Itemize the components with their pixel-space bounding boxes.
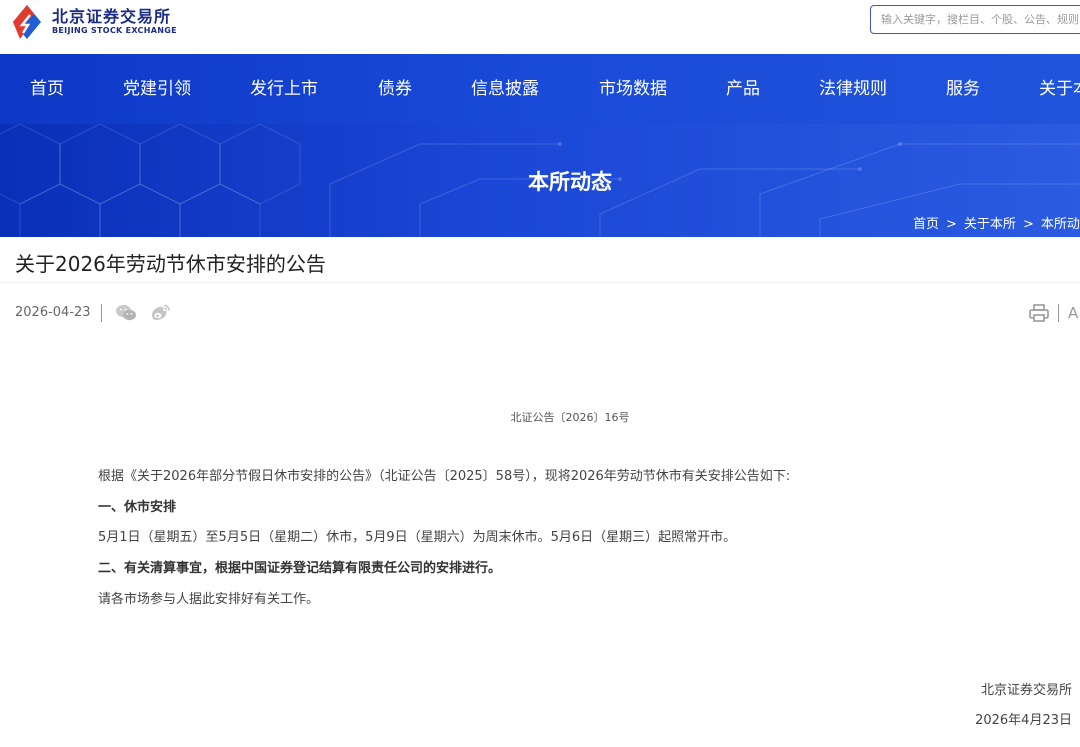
site-logo[interactable]: 北京证券交易所 BEIJING STOCK EXCHANGE: [8, 0, 177, 44]
nav-item-bonds[interactable]: 债券: [378, 54, 412, 124]
search-input[interactable]: [871, 6, 1080, 33]
section-heading-clearing: 二、有关清算事宜，根据中国证券登记结算有限责任公司的安排进行。: [98, 561, 502, 576]
main-nav: 首页 党建引领 发行上市 债券 信息披露 市场数据 产品 法律规则 服务 关于本…: [0, 54, 1080, 124]
nav-item-market-data[interactable]: 市场数据: [599, 54, 667, 124]
nav-item-about[interactable]: 关于本所: [1039, 54, 1080, 124]
signature-org: 北京证券交易所: [980, 683, 1072, 698]
nav-item-home[interactable]: 首页: [30, 54, 64, 124]
print-icon[interactable]: [1028, 303, 1050, 327]
logo-icon: [8, 3, 46, 41]
nav-item-services[interactable]: 服务: [946, 54, 980, 124]
nav-item-products[interactable]: 产品: [726, 54, 760, 124]
breadcrumb-separator: >: [946, 217, 957, 232]
top-bar: 北京证券交易所 BEIJING STOCK EXCHANGE: [0, 0, 1080, 54]
nav-item-disclosure[interactable]: 信息披露: [471, 54, 539, 124]
section-heading-closure: 一、休市安排: [98, 500, 177, 515]
nav-item-rules[interactable]: 法律规则: [819, 54, 887, 124]
divider: [101, 304, 102, 322]
page-title: 关于2026年劳动节休市安排的公告: [15, 252, 326, 276]
font-size-toggle[interactable]: A: [1068, 304, 1078, 322]
article-title-row: 关于2026年劳动节休市安排的公告: [0, 237, 1080, 283]
breadcrumb: 首页 > 关于本所 > 本所动态: [913, 213, 1080, 232]
nav-item-listing[interactable]: 发行上市: [250, 54, 318, 124]
logo-text-en: BEIJING STOCK EXCHANGE: [52, 26, 177, 35]
breadcrumb-current[interactable]: 本所动态: [1041, 217, 1080, 232]
article-meta: 2026-04-23 A: [0, 298, 1080, 330]
publish-date: 2026-04-23: [15, 305, 91, 320]
logo-text-cn: 北京证券交易所: [52, 7, 172, 26]
page-banner: 本所动态 首页 > 关于本所 > 本所动态: [0, 124, 1080, 237]
divider: [1058, 304, 1059, 322]
paragraph-closing: 请各市场参与人据此安排好有关工作。: [98, 592, 320, 607]
paragraph-closure-details: 5月1日（星期五）至5月5日（星期二）休市，5月9日（星期六）为周末休市。5月6…: [98, 530, 737, 545]
weibo-icon[interactable]: [149, 303, 171, 323]
wechat-icon[interactable]: [115, 303, 137, 323]
paragraph-intro: 根据《关于2026年部分节假日休市安排的公告》（北证公告〔2025〕58号），现…: [98, 469, 791, 484]
breadcrumb-home[interactable]: 首页: [913, 217, 939, 232]
breadcrumb-about[interactable]: 关于本所: [964, 217, 1016, 232]
banner-title: 本所动态: [528, 170, 612, 194]
breadcrumb-separator: >: [1022, 217, 1034, 232]
document-number: 北证公告〔2026〕16号: [510, 411, 630, 424]
signature-date: 2026年4月23日: [975, 713, 1072, 728]
search-box[interactable]: [870, 5, 1080, 34]
nav-item-party[interactable]: 党建引领: [123, 54, 191, 124]
